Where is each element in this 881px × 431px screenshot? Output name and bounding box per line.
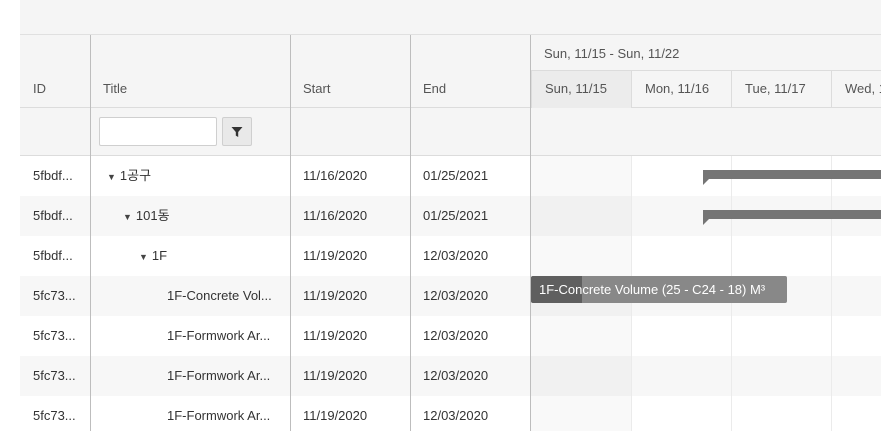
row-id: 5fbdf...: [33, 168, 73, 183]
column-header-start[interactable]: Start: [303, 81, 330, 96]
timescale-week: Sun, 11/15 - Sun, 11/22: [531, 35, 881, 71]
row-start: 11/19/2020: [303, 288, 368, 303]
row-end: 12/03/2020: [423, 328, 489, 343]
row-title: 1F-Formwork Ar...: [167, 368, 271, 383]
column-divider[interactable]: [290, 35, 291, 431]
task-bar[interactable]: 1F-Concrete Volume (25 - C24 - 18) M³: [531, 276, 787, 303]
row-end: 12/03/2020: [423, 288, 489, 303]
row-id: 5fbdf...: [33, 208, 73, 223]
timeline-divider: [831, 156, 832, 431]
column-header-id[interactable]: ID: [33, 81, 46, 96]
row-end: 12/03/2020: [423, 408, 489, 423]
table-row[interactable]: 5fc73... 1F-Formwork Ar... 11/19/2020 12…: [20, 396, 881, 431]
timescale-day: Tue, 11/17: [731, 71, 831, 108]
summary-bar[interactable]: [703, 210, 881, 225]
row-title: 1F-Formwork Ar...: [167, 408, 271, 423]
row-title: ▼ 1공구: [107, 156, 151, 196]
column-divider[interactable]: [90, 35, 91, 431]
row-end: 12/03/2020: [423, 368, 489, 383]
column-header-end[interactable]: End: [423, 81, 446, 96]
row-end: 12/03/2020: [423, 248, 489, 263]
row-start: 11/19/2020: [303, 248, 368, 263]
table-row[interactable]: 5fc73... 1F-Formwork Ar... 11/19/2020 12…: [20, 356, 881, 396]
gantt-grid: ID Title Start End Sun, 11/15 - Sun, 11/…: [20, 35, 881, 431]
title-filter-input[interactable]: [99, 117, 217, 146]
row-title: 1F-Formwork Ar...: [167, 328, 271, 343]
row-title-text: 1F: [151, 248, 168, 263]
row-end: 01/25/2021: [423, 208, 489, 223]
timescale-week-label: Sun, 11/15 - Sun, 11/22: [544, 46, 680, 61]
row-id: 5fc73...: [33, 408, 76, 423]
timescale-day: Sun, 11/15: [531, 71, 631, 108]
row-id: 5fc73...: [33, 288, 76, 303]
row-end: 01/25/2021: [423, 168, 489, 183]
grid-timeline-splitter[interactable]: [530, 35, 531, 431]
row-start: 11/19/2020: [303, 408, 368, 423]
filter-button[interactable]: [222, 117, 252, 146]
row-id: 5fc73...: [33, 368, 76, 383]
caret-down-icon[interactable]: ▼: [107, 157, 116, 196]
row-id: 5fbdf...: [33, 248, 73, 263]
caret-down-icon[interactable]: ▼: [123, 197, 132, 236]
row-id: 5fc73...: [33, 328, 76, 343]
table-row[interactable]: 5fc73... 1F-Formwork Ar... 11/19/2020 12…: [20, 316, 881, 356]
row-title: ▼ 1F: [139, 236, 167, 276]
caret-down-icon[interactable]: ▼: [139, 237, 148, 276]
row-title: ▼ 101동: [123, 196, 170, 236]
row-title-text: 1공구: [119, 168, 152, 183]
row-start: 11/19/2020: [303, 368, 368, 383]
row-start: 11/19/2020: [303, 328, 368, 343]
timescale-day: Mon, 11/16: [631, 71, 731, 108]
row-title: 1F-Concrete Vol...: [167, 288, 272, 303]
summary-bar[interactable]: [703, 170, 881, 185]
row-start: 11/16/2020: [303, 168, 368, 183]
timescale-day: Wed, 11/18: [831, 71, 881, 108]
table-row[interactable]: 5fbdf... ▼ 1F 11/19/2020 12/03/2020: [20, 236, 881, 276]
column-divider[interactable]: [410, 35, 411, 431]
filter-icon: [231, 126, 243, 137]
task-bar-label: 1F-Concrete Volume (25 - C24 - 18) M³: [539, 282, 766, 297]
row-title-text: 101동: [135, 208, 170, 223]
column-header-title[interactable]: Title: [103, 81, 127, 96]
gantt-toolbar: [20, 0, 881, 35]
row-start: 11/16/2020: [303, 208, 368, 223]
